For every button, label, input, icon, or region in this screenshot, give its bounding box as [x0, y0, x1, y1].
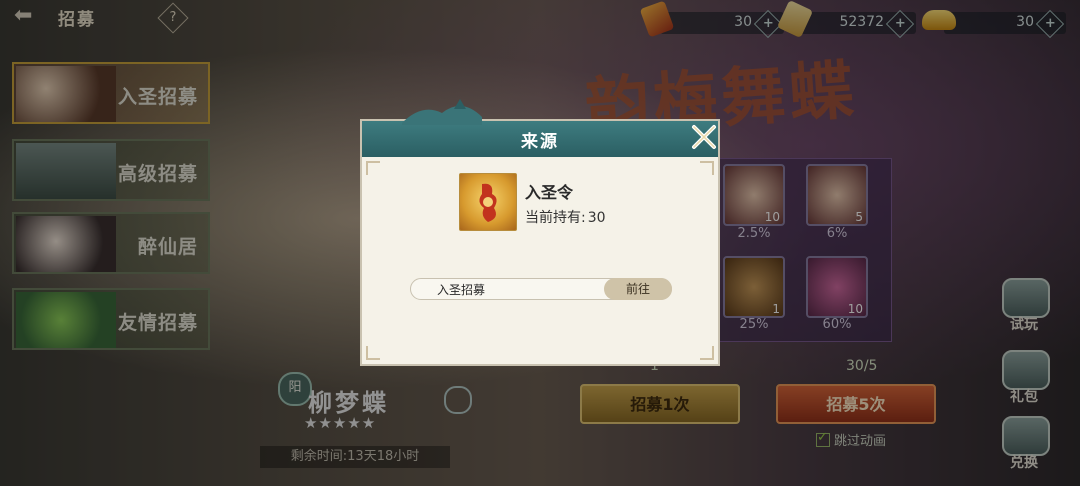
source-dialog: 来源 入圣令 当前持有: 30 入圣招募 前往: [360, 99, 720, 366]
source-label: 入圣招募: [437, 283, 486, 297]
recruit-token-icon: [459, 173, 517, 231]
corner-ornament: [366, 346, 380, 360]
item-name: 入圣令: [525, 183, 574, 202]
cloud-roof-ornament-icon: [402, 99, 482, 125]
dialog-header: 来源: [362, 99, 718, 157]
corner-ornament: [700, 161, 714, 175]
item-holding: 当前持有: 30: [525, 207, 606, 227]
source-row: 入圣招募 前往: [410, 278, 672, 300]
dialog-title: 来源: [521, 132, 559, 152]
holding-label: 当前持有:: [525, 210, 586, 226]
corner-ornament: [366, 161, 380, 175]
close-icon[interactable]: [686, 119, 722, 155]
holding-value: 30: [587, 210, 606, 226]
go-button[interactable]: 前往: [604, 278, 672, 300]
corner-ornament: [700, 346, 714, 360]
